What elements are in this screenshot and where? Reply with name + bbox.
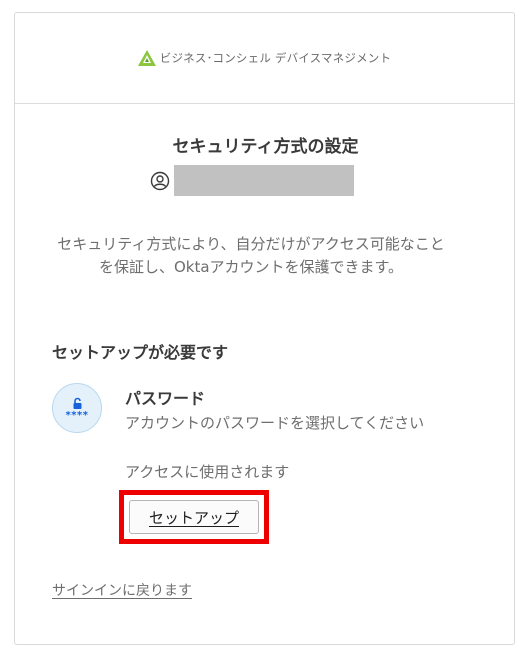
brand-text: ビジネス･コンシェル デバイスマネジメント: [159, 51, 392, 65]
lock-icon: [73, 397, 81, 409]
brand: ビジネス･コンシェル デバイスマネジメント: [137, 50, 392, 66]
authenticator-title: パスワード: [125, 389, 206, 408]
page-title: セキュリティ方式の設定: [172, 137, 359, 157]
setup-button[interactable]: セットアップ: [129, 500, 259, 534]
user-identifier: [150, 165, 354, 196]
brand-logo-icon: [137, 50, 156, 66]
authenticator-description: アカウントのパスワードを選択してください: [125, 414, 425, 432]
security-description: セキュリティ方式により、自分だけがアクセス可能なことを保証し、Oktaアカウント…: [57, 235, 445, 276]
username-redacted: [174, 165, 354, 196]
setup-required-heading: セットアップが必要です: [52, 343, 229, 362]
password-stars: ****: [65, 409, 89, 421]
user-circle-icon: [150, 171, 170, 190]
back-to-sign-in-link[interactable]: サインインに戻ります: [52, 580, 192, 600]
password-lock-icon: ****: [52, 383, 102, 433]
authenticator-note: アクセスに使用されます: [125, 463, 290, 481]
card-header: ビジネス･コンシェル デバイスマネジメント: [15, 13, 514, 104]
auth-card: ビジネス･コンシェル デバイスマネジメント: [14, 12, 515, 645]
